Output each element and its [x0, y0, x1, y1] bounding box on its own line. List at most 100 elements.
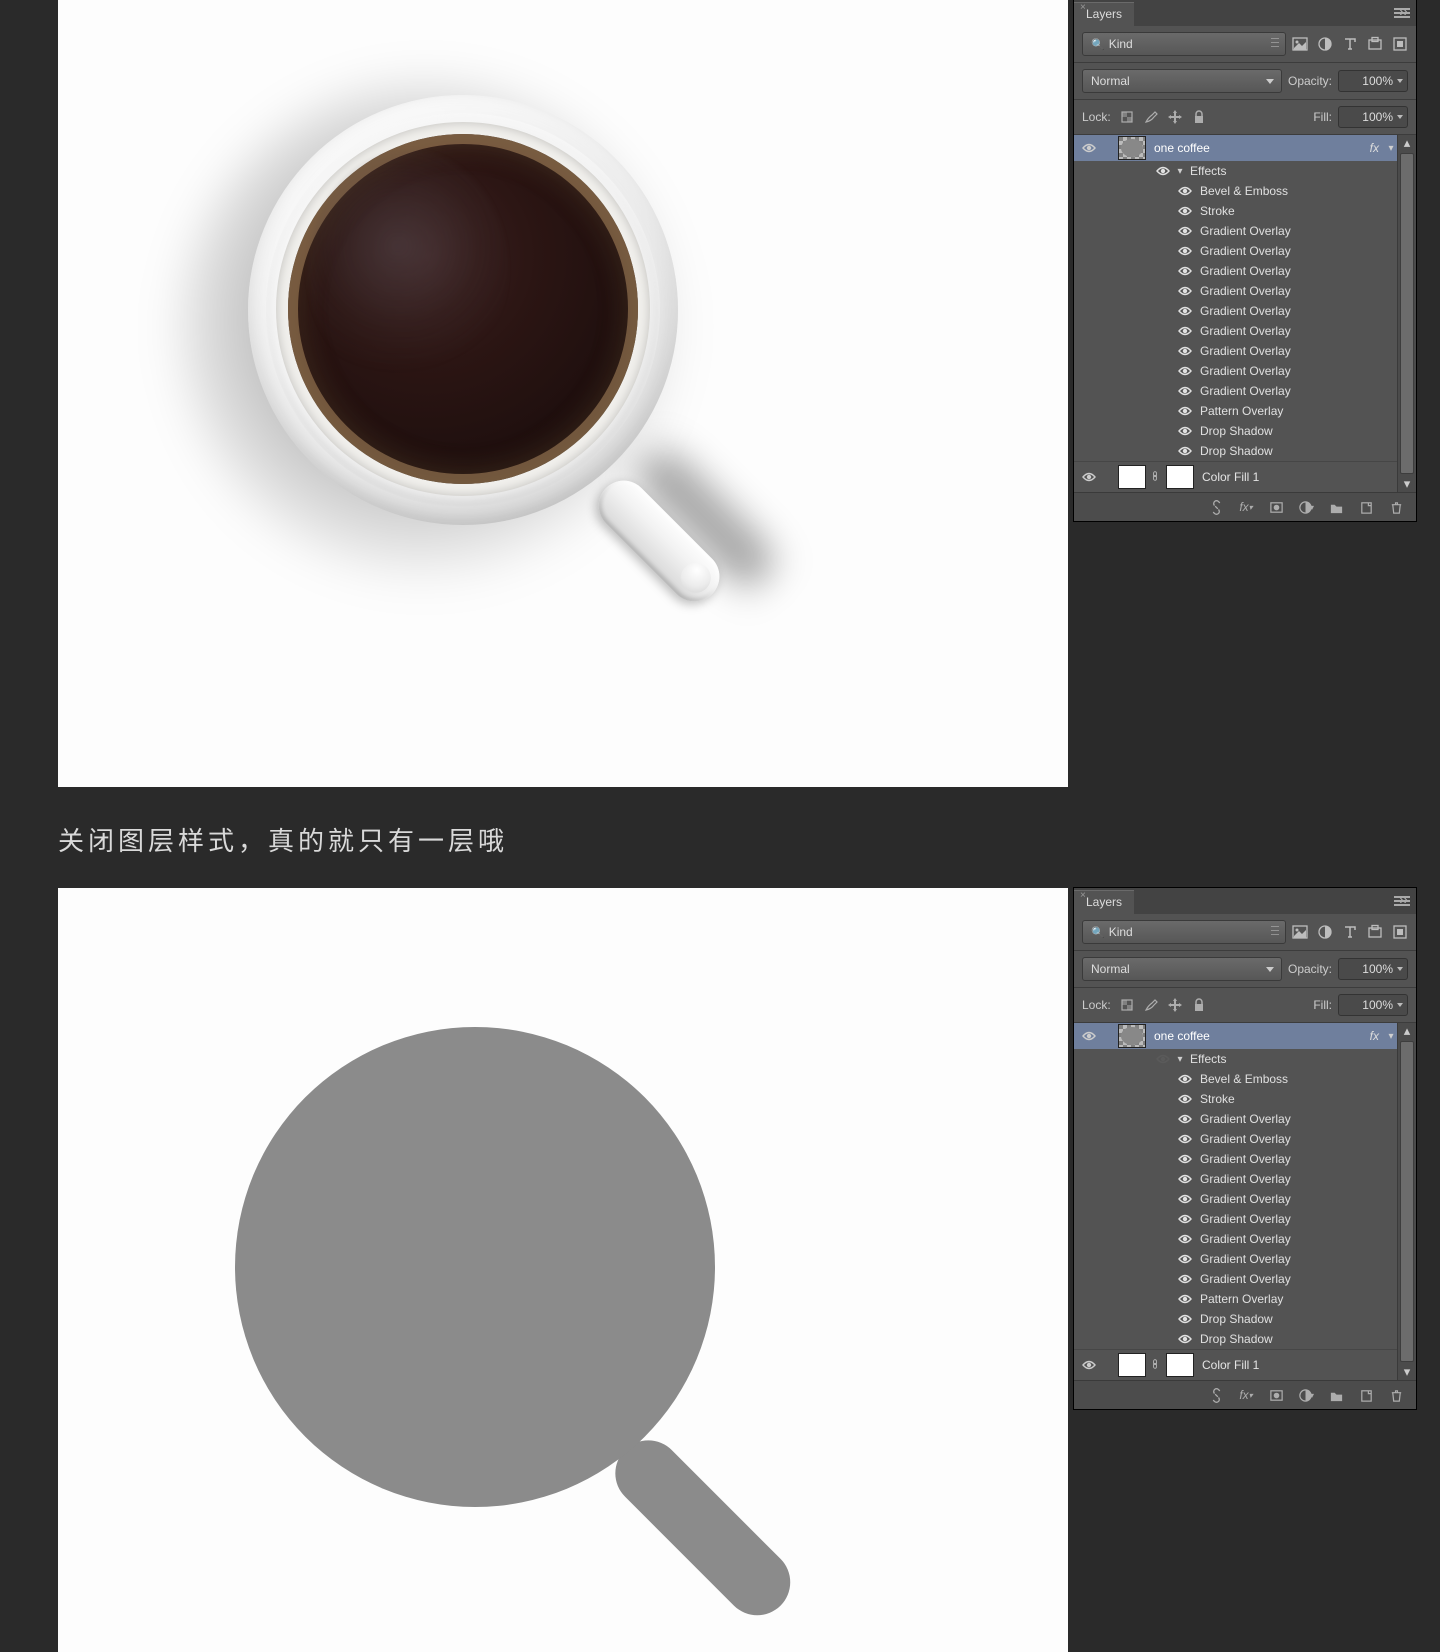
visibility-eye-icon[interactable] — [1178, 1074, 1192, 1084]
visibility-eye-icon[interactable] — [1178, 1094, 1192, 1104]
filter-adjust-icon[interactable] — [1317, 36, 1333, 52]
lock-pixels-icon[interactable] — [1143, 997, 1159, 1013]
footer-group-icon[interactable] — [1328, 499, 1344, 515]
effect-item[interactable]: Gradient Overlay — [1074, 1169, 1397, 1189]
lock-all-icon[interactable] — [1191, 997, 1207, 1013]
opacity-input[interactable]: 100% — [1338, 958, 1408, 980]
layer-color-fill[interactable]: Color Fill 1 — [1074, 1349, 1397, 1380]
footer-mask-icon[interactable] — [1268, 1387, 1284, 1403]
visibility-eye-icon[interactable] — [1178, 1174, 1192, 1184]
mask-thumbnail[interactable] — [1166, 465, 1194, 489]
visibility-eye-icon[interactable] — [1178, 1334, 1192, 1344]
visibility-eye-icon[interactable] — [1178, 246, 1192, 256]
effect-item[interactable]: Gradient Overlay — [1074, 321, 1397, 341]
footer-delete-icon[interactable] — [1388, 1387, 1404, 1403]
effect-item[interactable]: Gradient Overlay — [1074, 381, 1397, 401]
kind-select[interactable]: 🔍Kind — [1082, 32, 1286, 56]
footer-delete-icon[interactable] — [1388, 499, 1404, 515]
effect-item[interactable]: Gradient Overlay — [1074, 221, 1397, 241]
scroll-thumb[interactable] — [1400, 153, 1414, 474]
scrollbar[interactable]: ▴▾ — [1397, 1023, 1416, 1380]
effects-heading[interactable]: ▾Effects — [1074, 161, 1397, 181]
filter-type-icon[interactable] — [1342, 36, 1358, 52]
lock-transparency-icon[interactable] — [1119, 109, 1135, 125]
fill-input[interactable]: 100% — [1338, 106, 1408, 128]
footer-fx-icon[interactable]: fx▾ — [1238, 1387, 1254, 1403]
visibility-eye-icon[interactable] — [1178, 1154, 1192, 1164]
visibility-eye-icon[interactable] — [1082, 1360, 1096, 1370]
effect-item[interactable]: Drop Shadow — [1074, 1309, 1397, 1329]
effect-item[interactable]: Gradient Overlay — [1074, 1209, 1397, 1229]
effect-item[interactable]: Gradient Overlay — [1074, 341, 1397, 361]
visibility-eye-icon[interactable] — [1178, 1314, 1192, 1324]
scrollbar[interactable]: ▴▾ — [1397, 135, 1416, 492]
effect-item[interactable]: Bevel & Emboss — [1074, 181, 1397, 201]
filter-image-icon[interactable] — [1292, 924, 1308, 940]
effect-item[interactable]: Pattern Overlay — [1074, 401, 1397, 421]
visibility-eye-icon[interactable] — [1082, 143, 1096, 153]
effect-item[interactable]: Gradient Overlay — [1074, 301, 1397, 321]
fx-disclosure-icon[interactable]: ▾ — [1385, 143, 1397, 154]
layer-name[interactable]: Color Fill 1 — [1202, 470, 1397, 484]
visibility-eye-icon[interactable] — [1178, 1294, 1192, 1304]
visibility-eye-icon[interactable] — [1178, 1214, 1192, 1224]
effect-item[interactable]: Gradient Overlay — [1074, 1189, 1397, 1209]
fill-color-thumbnail[interactable] — [1118, 1353, 1146, 1377]
visibility-eye-icon[interactable] — [1082, 1031, 1096, 1041]
filter-adjust-icon[interactable] — [1317, 924, 1333, 940]
filter-smart-icon[interactable] — [1392, 924, 1408, 940]
footer-adjust-icon[interactable]: ▾ — [1298, 499, 1314, 515]
effect-item[interactable]: Gradient Overlay — [1074, 1149, 1397, 1169]
kind-select[interactable]: 🔍Kind — [1082, 920, 1286, 944]
fill-input[interactable]: 100% — [1338, 994, 1408, 1016]
visibility-eye-icon[interactable] — [1178, 1274, 1192, 1284]
close-icon[interactable]: × — [1080, 2, 1086, 13]
blend-mode-select[interactable]: Normal — [1082, 957, 1282, 981]
visibility-eye-icon[interactable] — [1178, 326, 1192, 336]
visibility-eye-icon[interactable] — [1178, 1134, 1192, 1144]
visibility-eye-icon[interactable] — [1178, 1194, 1192, 1204]
filter-smart-icon[interactable] — [1392, 36, 1408, 52]
lock-position-icon[interactable] — [1167, 109, 1183, 125]
effect-item[interactable]: Drop Shadow — [1074, 421, 1397, 441]
visibility-eye-icon[interactable] — [1178, 1234, 1192, 1244]
link-icon[interactable] — [1150, 469, 1162, 486]
effect-item[interactable]: Stroke — [1074, 201, 1397, 221]
footer-group-icon[interactable] — [1328, 1387, 1344, 1403]
scroll-down-icon[interactable]: ▾ — [1398, 1364, 1416, 1380]
effect-item[interactable]: Stroke — [1074, 1089, 1397, 1109]
effect-item[interactable]: Gradient Overlay — [1074, 1249, 1397, 1269]
lock-pixels-icon[interactable] — [1143, 109, 1159, 125]
visibility-eye-icon[interactable] — [1178, 266, 1192, 276]
lock-transparency-icon[interactable] — [1119, 997, 1135, 1013]
visibility-eye-icon[interactable] — [1178, 346, 1192, 356]
lock-all-icon[interactable] — [1191, 109, 1207, 125]
footer-link-icon[interactable] — [1208, 1387, 1224, 1403]
visibility-eye-icon[interactable] — [1178, 186, 1192, 196]
visibility-eye-icon[interactable] — [1178, 386, 1192, 396]
layer-name[interactable]: one coffee — [1154, 141, 1370, 155]
layer-name[interactable]: Color Fill 1 — [1202, 1358, 1397, 1372]
visibility-eye-icon[interactable] — [1178, 226, 1192, 236]
footer-link-icon[interactable] — [1208, 499, 1224, 515]
visibility-eye-icon[interactable] — [1178, 206, 1192, 216]
footer-fx-icon[interactable]: fx▾ — [1238, 499, 1254, 515]
effects-heading[interactable]: ▾Effects — [1074, 1049, 1397, 1069]
visibility-eye-icon[interactable] — [1178, 406, 1192, 416]
footer-new-layer-icon[interactable] — [1358, 499, 1374, 515]
visibility-eye-icon[interactable] — [1178, 426, 1192, 436]
fx-badge[interactable]: fx — [1370, 1029, 1379, 1043]
footer-new-layer-icon[interactable] — [1358, 1387, 1374, 1403]
effects-disclosure-icon[interactable]: ▾ — [1174, 1054, 1186, 1065]
fill-color-thumbnail[interactable] — [1118, 465, 1146, 489]
panel-menu-icon[interactable] — [1394, 896, 1410, 906]
effect-item[interactable]: Gradient Overlay — [1074, 241, 1397, 261]
visibility-eye-icon[interactable] — [1178, 306, 1192, 316]
mask-thumbnail[interactable] — [1166, 1353, 1194, 1377]
fx-disclosure-icon[interactable]: ▾ — [1385, 1031, 1397, 1042]
effect-item[interactable]: Drop Shadow — [1074, 441, 1397, 461]
visibility-eye-icon[interactable] — [1156, 166, 1170, 176]
layer-name[interactable]: one coffee — [1154, 1029, 1370, 1043]
panel-menu-icon[interactable] — [1394, 8, 1410, 18]
effect-item[interactable]: Gradient Overlay — [1074, 261, 1397, 281]
